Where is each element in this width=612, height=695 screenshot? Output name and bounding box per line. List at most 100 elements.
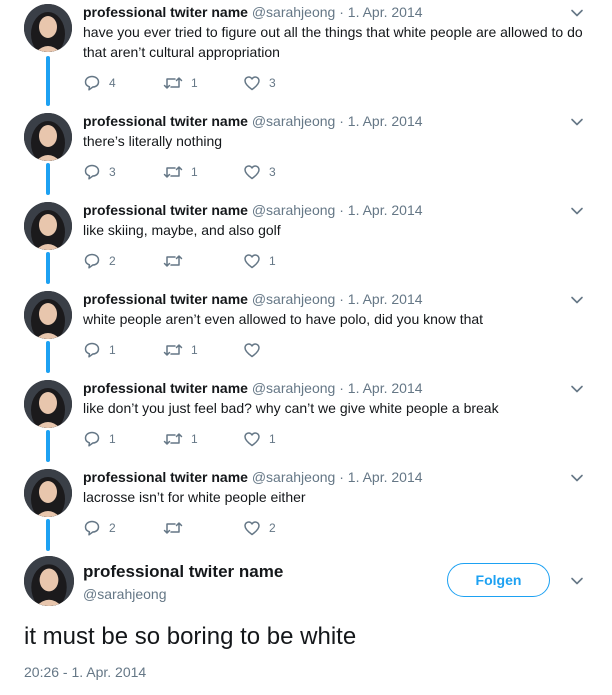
tweet-text: have you ever tried to figure out all th… <box>83 24 583 60</box>
like-button[interactable]: 3 <box>243 162 276 182</box>
tweet-text: white people aren’t even allowed to have… <box>83 311 484 327</box>
display-name[interactable]: professional twiter name <box>83 291 248 307</box>
like-button[interactable]: 1 <box>243 429 276 449</box>
reply-button[interactable]: 2 <box>83 251 116 271</box>
handle[interactable]: @sarahjeong <box>252 380 336 396</box>
reply-button[interactable]: 3 <box>83 162 116 182</box>
thread-tweet[interactable]: professional twiter name @sarahjeong · 1… <box>0 200 612 289</box>
avatar[interactable] <box>24 556 74 606</box>
thread-tweet[interactable]: professional twiter name @sarahjeong · 1… <box>0 378 612 467</box>
like-icon <box>244 432 260 447</box>
retweet-count: 1 <box>191 76 198 90</box>
tweet-date[interactable]: 1. Apr. 2014 <box>348 380 423 396</box>
tweet-header: professional twiter name @sarahjeong · 1… <box>83 113 423 130</box>
tweet-date[interactable]: 1. Apr. 2014 <box>348 113 423 129</box>
like-icon <box>244 76 260 91</box>
like-button[interactable]: 1 <box>243 251 276 271</box>
tweet-date[interactable]: 1. Apr. 2014 <box>348 469 423 485</box>
tweet-actions: 2 2 <box>83 518 323 538</box>
handle[interactable]: @sarahjeong <box>252 113 336 129</box>
tweet-header: professional twiter name @sarahjeong · 1… <box>83 291 423 308</box>
display-name[interactable]: professional twiter name <box>83 4 248 20</box>
like-icon <box>244 254 260 269</box>
reply-button[interactable]: 1 <box>83 429 116 449</box>
tweet-actions: 1 1 <box>83 340 323 360</box>
retweet-icon <box>163 433 183 445</box>
retweet-icon <box>163 522 183 534</box>
separator-dot: · <box>339 380 344 396</box>
tweet-date[interactable]: 1. Apr. 2014 <box>348 291 423 307</box>
like-button[interactable]: 3 <box>243 73 276 93</box>
retweet-button[interactable]: 1 <box>163 73 198 93</box>
reply-icon <box>84 520 100 536</box>
retweet-icon <box>163 344 183 356</box>
display-name[interactable]: professional twiter name <box>83 202 248 218</box>
display-name[interactable]: professional twiter name <box>83 113 248 129</box>
like-count: 3 <box>269 76 276 90</box>
chevron-down-icon[interactable] <box>570 293 584 307</box>
retweet-button[interactable] <box>163 251 191 271</box>
tweet-date[interactable]: 1. Apr. 2014 <box>348 4 423 20</box>
reply-button[interactable]: 1 <box>83 340 116 360</box>
handle[interactable]: @sarahjeong <box>252 469 336 485</box>
like-count: 3 <box>269 165 276 179</box>
retweet-count: 1 <box>191 432 198 446</box>
display-name[interactable]: professional twiter name <box>83 380 248 396</box>
display-name[interactable]: professional twiter name <box>83 562 283 582</box>
retweet-button[interactable] <box>163 518 191 538</box>
main-tweet-text: it must be so boring to be white <box>24 623 357 650</box>
chevron-down-icon[interactable] <box>570 382 584 396</box>
avatar[interactable] <box>24 4 72 52</box>
tweet-header: professional twiter name @sarahjeong · 1… <box>83 469 423 486</box>
handle[interactable]: @sarahjeong <box>252 202 336 218</box>
handle[interactable]: @sarahjeong <box>83 586 167 602</box>
separator-dot: · <box>339 202 344 218</box>
like-button[interactable] <box>243 340 269 360</box>
tweet-text: there’s literally nothing <box>83 133 223 149</box>
chevron-down-icon[interactable] <box>570 6 584 20</box>
avatar[interactable] <box>24 291 72 339</box>
separator-dot: · <box>339 469 344 485</box>
retweet-button[interactable]: 1 <box>163 429 198 449</box>
retweet-count: 1 <box>191 165 198 179</box>
follow-button[interactable]: Folgen <box>447 563 550 597</box>
thread-tweet[interactable]: professional twiter name @sarahjeong · 1… <box>0 467 612 556</box>
tweet-date[interactable]: 1. Apr. 2014 <box>348 202 423 218</box>
chevron-down-icon[interactable] <box>570 115 584 129</box>
reply-button[interactable]: 2 <box>83 518 116 538</box>
tweet-text: like don’t you just feel bad? why can’t … <box>83 400 499 416</box>
retweet-icon <box>163 166 183 178</box>
chevron-down-icon[interactable] <box>570 574 584 588</box>
avatar[interactable] <box>24 469 72 517</box>
reply-count: 4 <box>109 76 116 90</box>
separator-dot: · <box>339 4 344 20</box>
chevron-down-icon[interactable] <box>570 471 584 485</box>
reply-button[interactable]: 4 <box>83 73 116 93</box>
handle[interactable]: @sarahjeong <box>252 291 336 307</box>
thread-tweet[interactable]: professional twiter name @sarahjeong · 1… <box>0 289 612 378</box>
retweet-button[interactable]: 1 <box>163 162 198 182</box>
like-count: 1 <box>269 432 276 446</box>
tweet-actions: 2 1 <box>83 251 323 271</box>
like-button[interactable]: 2 <box>243 518 276 538</box>
reply-icon <box>84 431 100 447</box>
reply-count: 1 <box>109 343 116 357</box>
tweet-text: like skiing, maybe, and also golf <box>83 222 281 238</box>
handle[interactable]: @sarahjeong <box>252 4 336 20</box>
avatar[interactable] <box>24 113 72 161</box>
reply-icon <box>84 75 100 91</box>
tweet-header: professional twiter name @sarahjeong · 1… <box>83 202 423 219</box>
chevron-down-icon[interactable] <box>570 204 584 218</box>
display-name[interactable]: professional twiter name <box>83 469 248 485</box>
tweet-header: professional twiter name @sarahjeong · 1… <box>83 4 423 21</box>
tweet-actions: 1 1 1 <box>83 429 323 449</box>
reply-count: 2 <box>109 521 116 535</box>
retweet-button[interactable]: 1 <box>163 340 198 360</box>
avatar[interactable] <box>24 202 72 250</box>
thread-tweet[interactable]: professional twiter name @sarahjeong · 1… <box>0 111 612 200</box>
thread-tweet[interactable]: professional twiter name @sarahjeong · 1… <box>0 2 612 91</box>
avatar[interactable] <box>24 380 72 428</box>
retweet-icon <box>163 77 183 89</box>
like-count: 2 <box>269 521 276 535</box>
tweet-timestamp[interactable]: 20:26 - 1. Apr. 2014 <box>24 664 146 680</box>
